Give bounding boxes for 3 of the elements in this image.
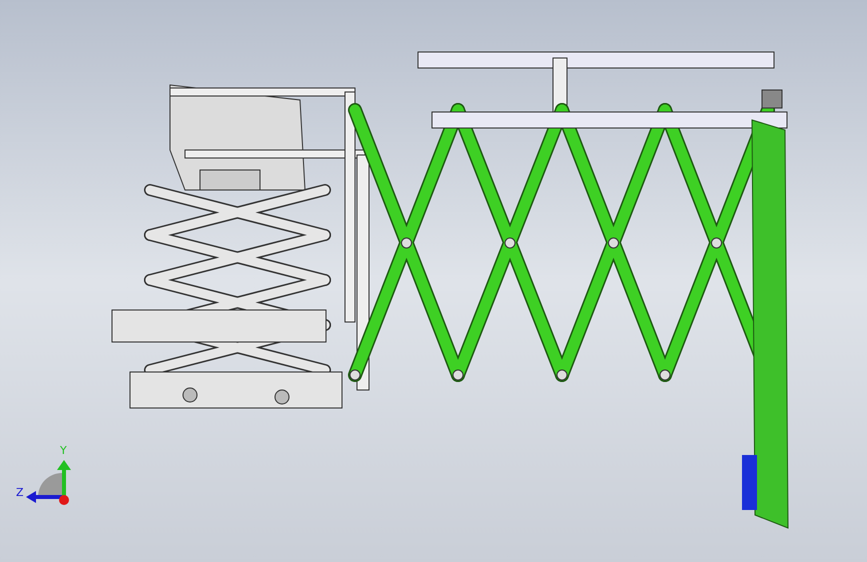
- axis-triad-icon: [26, 460, 71, 505]
- axis-label: Y: [60, 444, 67, 457]
- axis-label: Z: [16, 486, 24, 499]
